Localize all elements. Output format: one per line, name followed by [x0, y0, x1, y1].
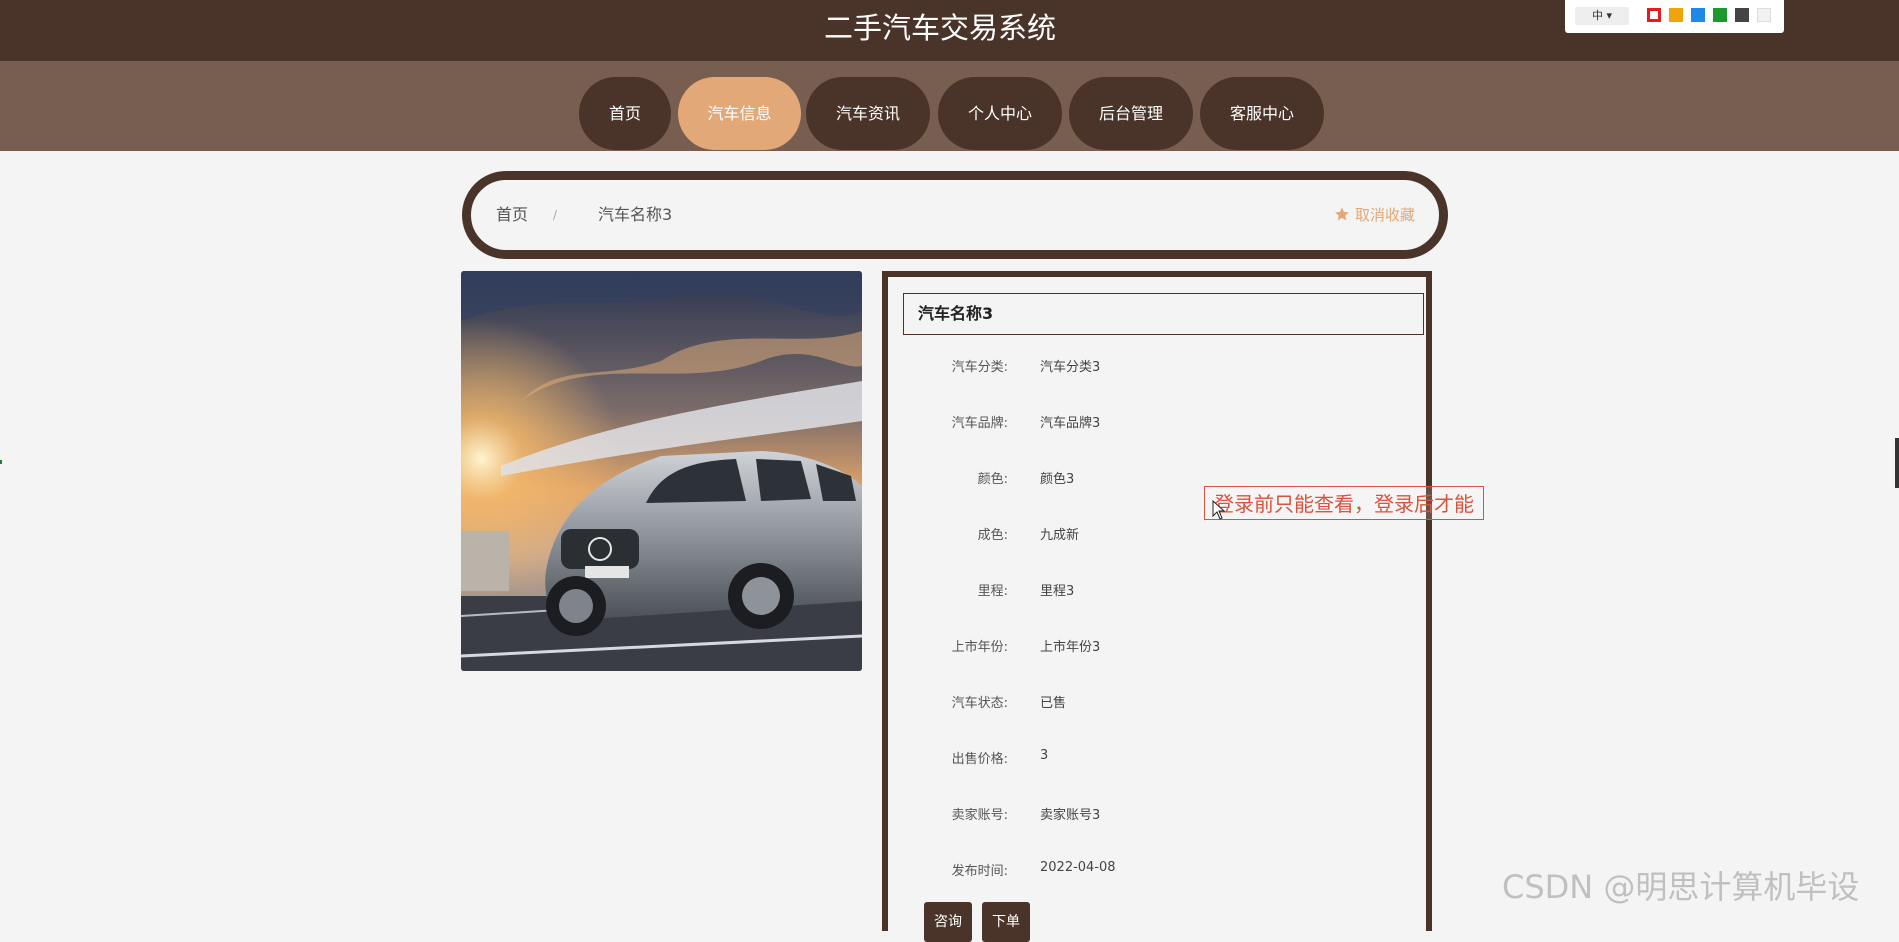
value-mileage: 里程3 — [1040, 584, 1075, 599]
value-launch-year: 上市年份3 — [1040, 640, 1101, 655]
nav-item-home[interactable]: 首页 — [579, 77, 671, 150]
car-name-heading: 汽车名称3 — [903, 293, 1424, 335]
scrollbar-handle[interactable] — [1895, 438, 1899, 488]
label-seller-account: 卖家账号: — [951, 808, 1008, 823]
nav-item-personal-center[interactable]: 个人中心 — [938, 77, 1062, 150]
theme-swatch-blue[interactable] — [1691, 8, 1705, 22]
value-price: 3 — [1040, 748, 1049, 763]
label-category: 汽车分类: — [951, 360, 1008, 375]
theme-swatch-green[interactable] — [1713, 8, 1727, 22]
unfavorite-label: 取消收藏 — [1354, 206, 1415, 224]
label-status: 汽车状态: — [951, 696, 1008, 711]
label-launch-year: 上市年份: — [951, 640, 1008, 655]
login-notice-annotation: 登录前只能查看，登录后才能 — [1204, 486, 1484, 520]
label-publish-time: 发布时间: — [951, 864, 1008, 879]
theme-swatch-red[interactable] — [1647, 8, 1661, 22]
main-nav: 首页 汽车信息 汽车资讯 个人中心 后台管理 客服中心 — [0, 61, 1899, 151]
breadcrumb-current: 汽车名称3 — [598, 205, 673, 224]
value-brand: 汽车品牌3 — [1040, 416, 1101, 431]
theme-swatch-dark[interactable] — [1735, 8, 1749, 22]
watermark: CSDN @明思计算机毕设 — [1502, 868, 1860, 906]
theme-swatch-light[interactable] — [1757, 8, 1771, 22]
nav-item-car-news[interactable]: 汽车资讯 — [806, 77, 930, 150]
value-color: 颜色3 — [1040, 472, 1075, 487]
value-status: 已售 — [1040, 696, 1067, 711]
car-detail-panel: 汽车名称3 汽车分类: 汽车分类3 汽车品牌: 汽车品牌3 颜色: 颜色3 成色… — [882, 271, 1432, 942]
edge-marker — [0, 460, 2, 464]
order-button[interactable]: 下单 — [982, 902, 1030, 942]
label-brand: 汽车品牌: — [951, 416, 1008, 431]
unfavorite-button[interactable]: 取消收藏 — [1334, 180, 1415, 250]
breadcrumb-home[interactable]: 首页 — [496, 180, 528, 250]
label-price: 出售价格: — [951, 752, 1008, 767]
mouse-cursor-icon — [1212, 500, 1226, 520]
language-label: 中 — [1591, 9, 1603, 22]
language-select[interactable]: 中 ▾ — [1575, 7, 1629, 25]
top-header: 二手汽车交易系统 中 ▾ — [0, 0, 1899, 61]
star-icon — [1335, 207, 1350, 221]
theme-switcher: 中 ▾ — [1565, 0, 1784, 33]
consult-button[interactable]: 咨询 — [924, 902, 972, 942]
label-color: 颜色: — [977, 472, 1008, 487]
value-seller-account: 卖家账号3 — [1040, 808, 1101, 823]
car-photo — [461, 271, 862, 671]
theme-swatch-orange[interactable] — [1669, 8, 1683, 22]
label-mileage: 里程: — [977, 584, 1008, 599]
value-publish-time: 2022-04-08 — [1040, 860, 1116, 875]
chevron-down-icon: ▾ — [1606, 9, 1613, 22]
value-condition: 九成新 — [1040, 528, 1080, 543]
nav-item-customer-service[interactable]: 客服中心 — [1200, 77, 1324, 150]
nav-item-admin[interactable]: 后台管理 — [1069, 77, 1193, 150]
breadcrumb-separator: / — [553, 208, 558, 222]
nav-item-car-info[interactable]: 汽车信息 — [678, 77, 801, 150]
label-condition: 成色: — [977, 528, 1008, 543]
breadcrumb: 首页 / 汽车名称3 取消收藏 — [462, 171, 1448, 259]
value-category: 汽车分类3 — [1040, 360, 1101, 375]
